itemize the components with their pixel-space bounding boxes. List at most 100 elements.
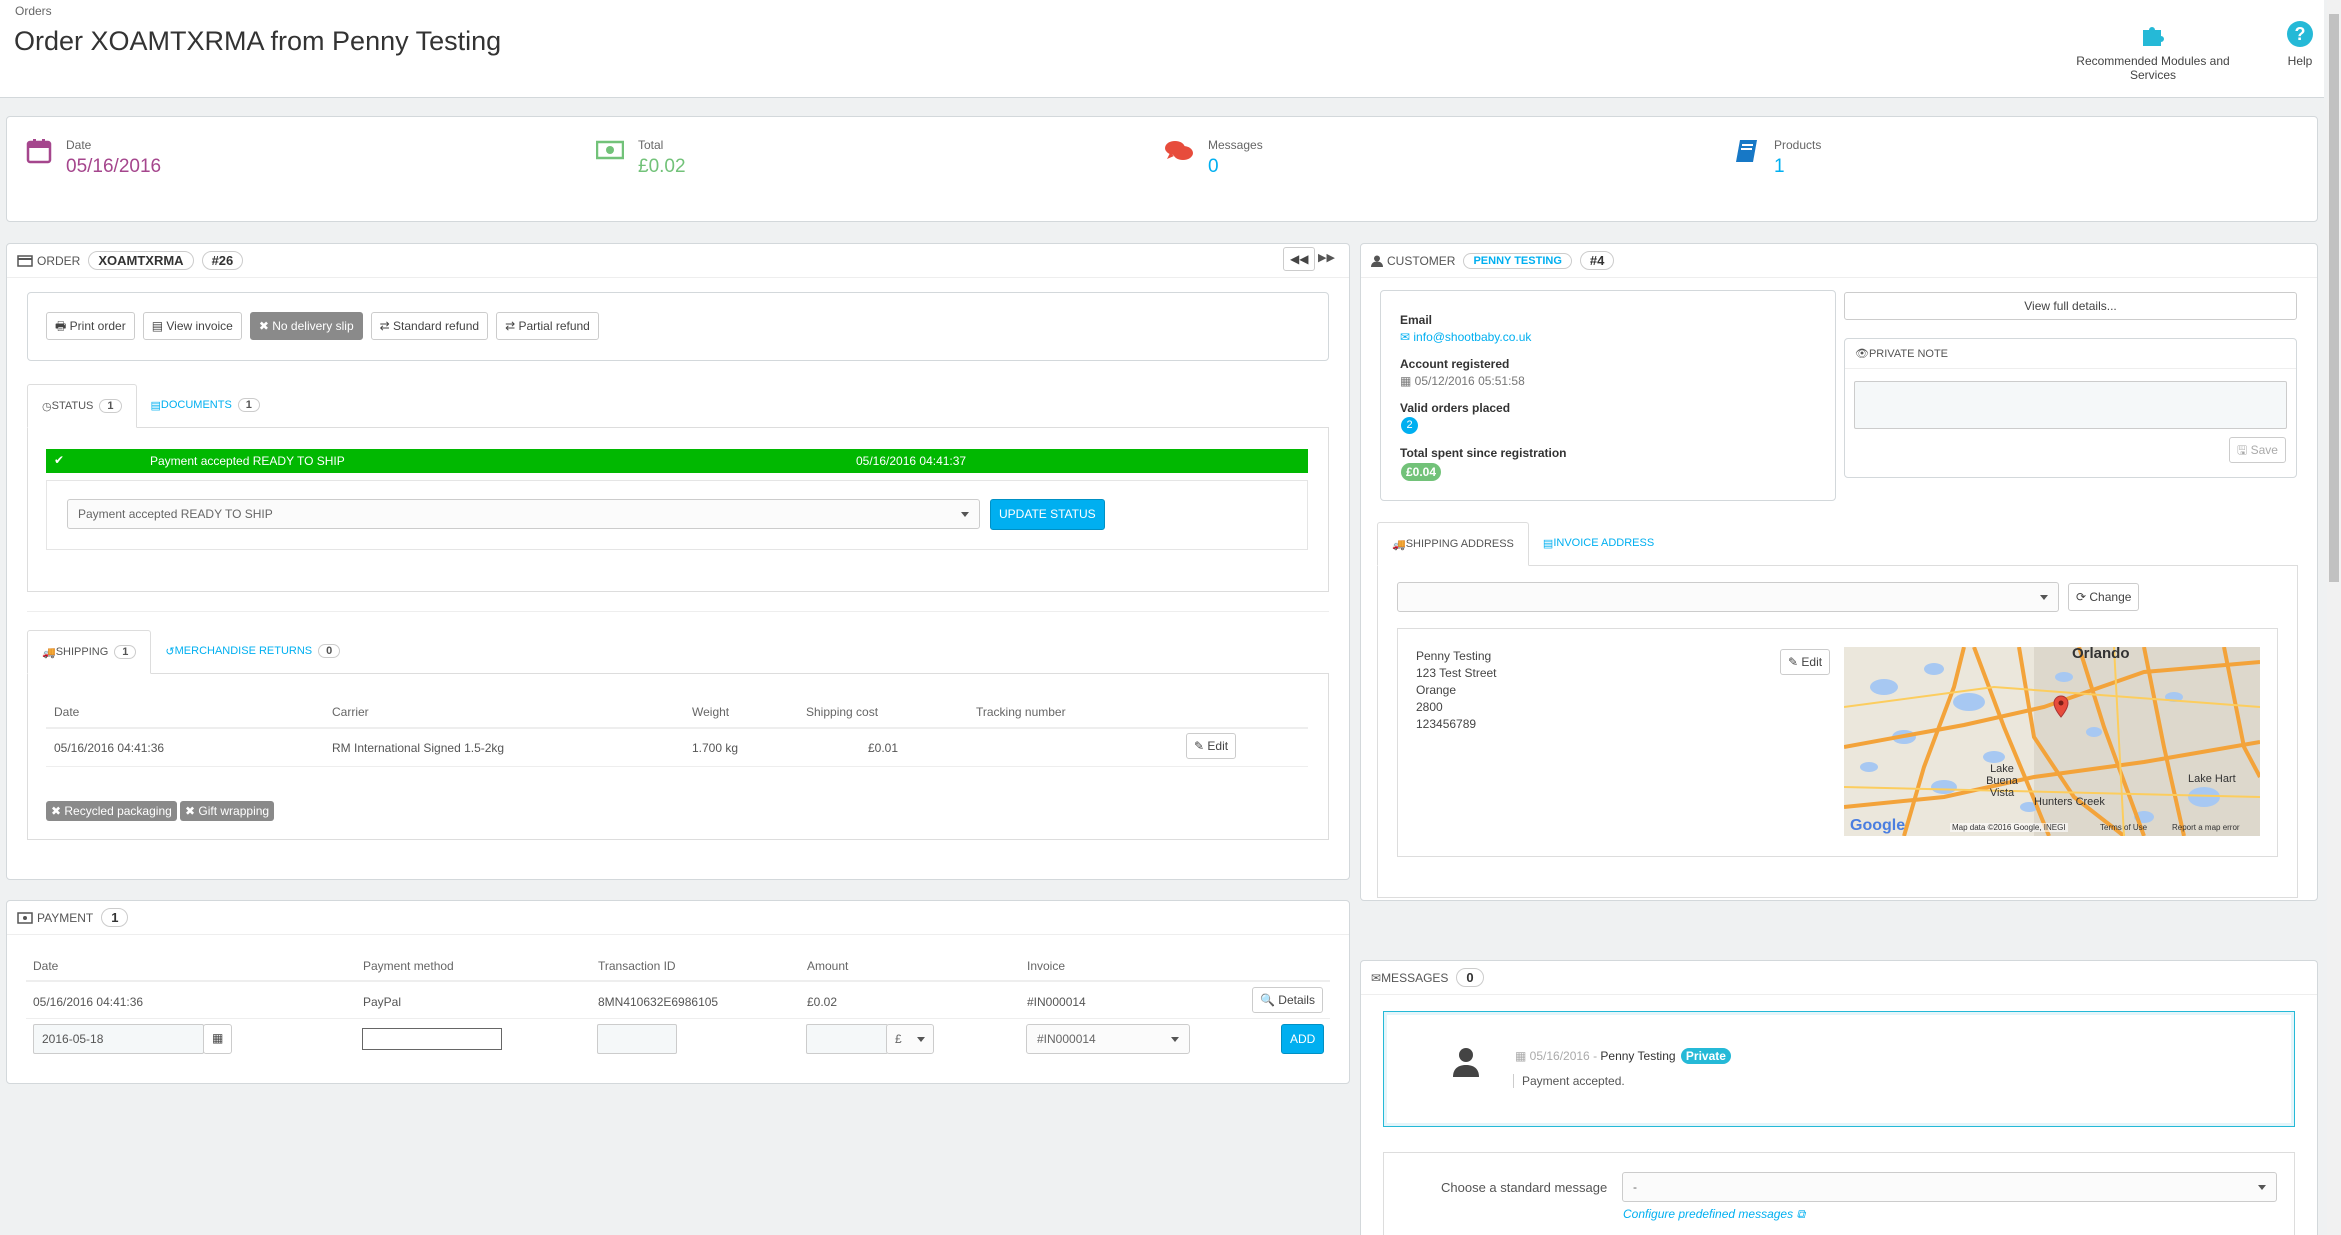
shipping-weight: 1.700 kg — [692, 741, 739, 755]
update-status-button[interactable]: UPDATE STATUS — [990, 499, 1105, 530]
eye-slash-icon: 👁 — [1855, 348, 1869, 360]
private-note-textarea[interactable] — [1854, 381, 2287, 429]
invoice-select[interactable]: #IN000014 — [1026, 1024, 1190, 1054]
standard-message-select[interactable]: - — [1622, 1172, 2277, 1202]
payment-transaction-id: 8MN410632E6986105 — [598, 995, 719, 1009]
no-delivery-slip-button: ✖ No delivery slip — [249, 312, 363, 340]
breadcrumb[interactable]: Orders — [15, 4, 52, 18]
close-icon: ✖ — [258, 319, 273, 333]
shipping-cost: £0.01 — [868, 741, 899, 755]
check-icon: ✔ — [54, 453, 65, 467]
payment-details-button[interactable]: 🔍 Details — [1252, 987, 1323, 1013]
page-title: Order XOAMTXRMA from Penny Testing — [14, 26, 502, 56]
print-order-button[interactable]: 🖶 Print order — [46, 312, 135, 340]
message-text: Payment accepted. — [1513, 1074, 1625, 1088]
customer-name-badge[interactable]: PENNY TESTING — [1463, 252, 1572, 269]
customer-email-link[interactable]: ✉ info@shootbaby.co.uk — [1400, 330, 1531, 344]
kpi-panel — [6, 116, 2318, 222]
chevron-down-icon — [917, 1036, 925, 1042]
pencil-icon: ✎ — [1788, 655, 1802, 669]
column-header-shipping-cost: Shipping cost — [806, 705, 879, 719]
status-tabs: ◷ STATUS 1 ▤ DOCUMENTS 1 — [27, 384, 1329, 428]
view-invoice-button[interactable]: ▤ View invoice — [142, 312, 242, 340]
tab-status[interactable]: ◷ STATUS 1 — [27, 384, 137, 428]
messages-panel-heading: ✉ MESSAGES 0 — [1361, 961, 2317, 995]
shipping-carrier: RM International Signed 1.5-2kg — [332, 741, 505, 755]
configure-messages-link[interactable]: Configure predefined messages ⧉ — [1623, 1207, 1805, 1222]
help-button[interactable]: ? Help — [2278, 20, 2322, 68]
valid-orders-count: 2 — [1401, 417, 1418, 434]
payment-date-input[interactable]: 2016-05-18 — [33, 1024, 204, 1054]
payment-method: PayPal — [363, 995, 402, 1009]
divider — [46, 727, 1308, 729]
map-terms-link[interactable]: Terms of Use — [2100, 823, 2147, 832]
map-label: Lake Hart — [2188, 773, 2236, 785]
shipping-date: 05/16/2016 04:41:36 — [54, 741, 165, 755]
chevron-down-icon — [2258, 1184, 2266, 1190]
tab-invoice-address[interactable]: ▤ INVOICE ADDRESS — [1529, 521, 1668, 565]
money-icon — [17, 911, 33, 924]
column-header-date: Date — [33, 959, 59, 973]
address-select[interactable] — [1397, 582, 2059, 612]
map-report-link[interactable]: Report a map error — [2172, 823, 2240, 832]
order-reference-badge: XOAMTXRMA — [88, 251, 194, 270]
total-spent-badge: £0.04 — [1401, 463, 1442, 481]
backward-icon: ◀◀ — [1290, 252, 1309, 266]
change-address-button[interactable]: ⟳ Change — [2068, 583, 2140, 611]
order-id-badge: #26 — [201, 251, 244, 270]
next-order-button[interactable]: ▶▶ — [1318, 251, 1335, 264]
standard-refund-button[interactable]: ⇄ Standard refund — [370, 312, 489, 340]
add-payment-button[interactable]: ADD — [1281, 1024, 1325, 1054]
print-icon: 🖶 — [55, 319, 70, 333]
gift-wrapping-tag: ✖ Gift wrapping — [180, 801, 275, 821]
tab-shipping-address[interactable]: 🚚 SHIPPING ADDRESS — [1377, 522, 1529, 566]
date-picker-button[interactable]: ▦ — [203, 1024, 233, 1054]
save-icon: 🖫 — [2237, 443, 2251, 457]
order-panel-heading: ORDER XOAMTXRMA #26 — [7, 244, 1349, 278]
edit-address-button[interactable]: ✎ Edit — [1780, 649, 1831, 675]
tab-documents[interactable]: ▤ DOCUMENTS 1 — [137, 383, 274, 427]
amount-input[interactable] — [806, 1024, 888, 1054]
column-header-amount: Amount — [807, 959, 849, 973]
partial-refund-button[interactable]: ⇄ Partial refund — [496, 312, 599, 340]
column-header-carrier: Carrier — [332, 705, 369, 719]
kpi-messages: Messages 0 — [1164, 138, 1263, 178]
column-header-transaction-id: Transaction ID — [598, 959, 676, 973]
column-header-date: Date — [54, 705, 80, 719]
kpi-total: Total £0.02 — [596, 138, 686, 178]
refresh-icon: ⟳ — [2076, 590, 2090, 604]
view-full-details-button[interactable]: View full details... — [1844, 292, 2297, 320]
currency-select[interactable]: £ — [886, 1024, 934, 1054]
file-icon: ▤ — [151, 319, 167, 333]
shipping-tabs: 🚚 SHIPPING 1 ↺ MERCHANDISE RETURNS 0 — [27, 630, 1329, 674]
payment-date: 05/16/2016 04:41:36 — [33, 995, 144, 1009]
scrollbar-thumb[interactable] — [2329, 14, 2339, 582]
tab-merchandise-returns[interactable]: ↺ MERCHANDISE RETURNS 0 — [151, 629, 354, 673]
edit-shipping-button[interactable]: ✎ Edit — [1186, 733, 1237, 759]
previous-order-button[interactable]: ◀◀ — [1283, 247, 1316, 271]
save-note-button[interactable]: 🖫 Save — [2229, 437, 2286, 463]
customer-panel-heading: CUSTOMER PENNY TESTING #4 — [1361, 244, 2317, 278]
tab-shipping[interactable]: 🚚 SHIPPING 1 — [27, 630, 152, 674]
column-header-payment-method: Payment method — [363, 959, 454, 973]
shipping-address: Penny Testing 123 Test Street Orange 280… — [1416, 649, 1497, 731]
transaction-id-input[interactable] — [597, 1024, 677, 1054]
help-icon: ? — [2287, 21, 2313, 47]
message-header: ▦ 05/16/2016 - Penny Testing Private — [1515, 1048, 1731, 1064]
map-label: Hunters Creek — [2034, 796, 2105, 808]
calendar-icon: ▦ — [1400, 374, 1415, 388]
map-label: Lake Buena Vista — [1986, 763, 2018, 799]
file-icon: ▤ — [150, 399, 161, 412]
puzzle-icon — [2143, 27, 2164, 46]
address-tabs: 🚚 SHIPPING ADDRESS ▤ INVOICE ADDRESS — [1377, 522, 2298, 566]
envelope-icon: ✉ — [1400, 330, 1414, 344]
recommended-modules-button[interactable]: Recommended Modules and Services — [2058, 20, 2248, 82]
payment-method-input[interactable] — [362, 1028, 502, 1050]
clock-icon: ◷ — [42, 400, 52, 413]
calendar-icon: ▦ — [212, 1031, 224, 1045]
column-header-invoice: Invoice — [1027, 959, 1066, 973]
address-map[interactable]: Orlando Lake Buena Vista Lake Hart Hunte… — [1844, 647, 2260, 836]
order-status-select[interactable]: Payment accepted READY TO SHIP — [67, 499, 980, 529]
message-item — [1383, 1011, 2295, 1127]
chevron-down-icon — [961, 511, 969, 517]
